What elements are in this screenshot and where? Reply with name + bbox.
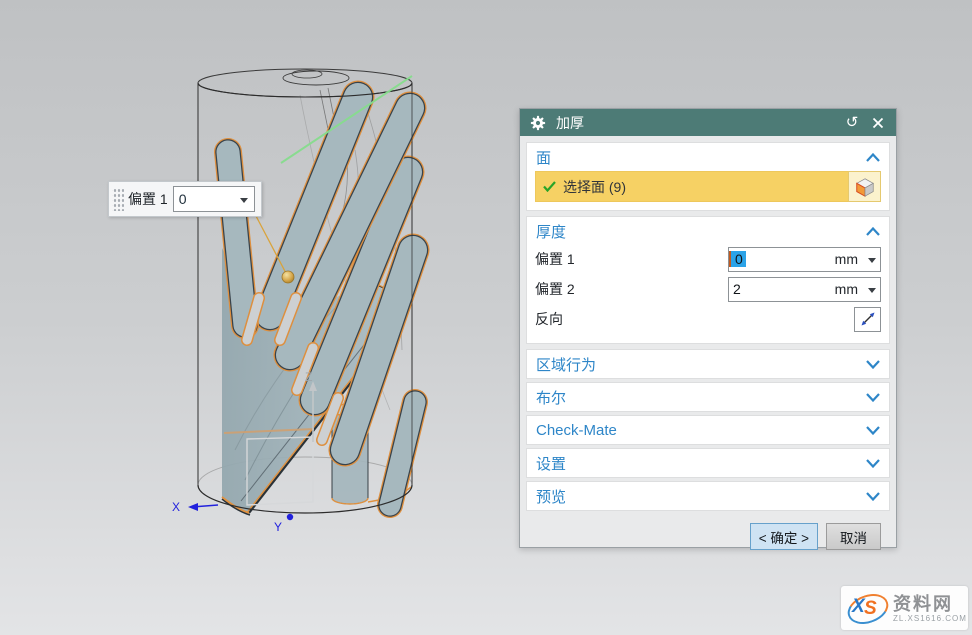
reverse-label: 反向	[535, 309, 854, 329]
check-icon	[543, 181, 556, 192]
section-face-title: 面	[536, 147, 866, 168]
chevron-down-icon	[866, 426, 880, 435]
dialog-titlebar[interactable]: 加厚 ↺	[520, 109, 896, 136]
unit-dropdown-caret-icon[interactable]	[868, 258, 876, 267]
floating-offset-input[interactable]: 偏置 1 0	[108, 181, 262, 217]
reverse-direction-button[interactable]	[854, 307, 881, 332]
reset-icon[interactable]: ↺	[843, 114, 861, 132]
axis-x-label: X	[172, 500, 180, 514]
axis-y-label: Y	[274, 520, 282, 534]
cube-icon	[854, 176, 876, 198]
thicken-dialog: 加厚 ↺ 面	[519, 108, 897, 548]
section-face-header[interactable]: 面	[527, 143, 889, 171]
viewport-3d[interactable]: Z X Y	[150, 50, 450, 550]
floating-offset-field[interactable]: 0	[173, 186, 255, 212]
chevron-down-icon	[866, 393, 880, 402]
offset2-unit: mm	[835, 281, 858, 297]
offset1-value: 0	[729, 251, 746, 267]
section-settings-title: 设置	[536, 453, 866, 474]
reverse-row: 反向	[535, 306, 881, 332]
close-icon[interactable]	[869, 114, 887, 132]
section-settings[interactable]: 设置	[526, 448, 890, 478]
section-boolean[interactable]: 布尔	[526, 382, 890, 412]
section-region-behavior[interactable]: 区域行为	[526, 349, 890, 379]
floating-offset-value: 0	[174, 191, 240, 207]
chevron-down-icon	[866, 492, 880, 501]
watermark-site-url: ZL.XS1616.COM	[893, 614, 967, 623]
section-thickness-header[interactable]: 厚度	[527, 217, 889, 245]
section-checkmate-title: Check-Mate	[536, 422, 866, 439]
model-surface[interactable]	[222, 97, 415, 515]
section-preview-title: 预览	[536, 486, 866, 507]
chevron-up-icon	[866, 227, 880, 236]
axis-z-label: Z	[305, 370, 312, 384]
floating-offset-label: 偏置 1	[128, 189, 168, 209]
section-region-behavior-title: 区域行为	[536, 354, 866, 375]
chevron-down-icon	[866, 360, 880, 369]
drag-grip-icon[interactable]	[112, 187, 124, 211]
offset2-value: 2	[729, 281, 741, 297]
section-preview[interactable]: 预览	[526, 481, 890, 511]
offset1-label: 偏置 1	[535, 249, 728, 269]
section-checkmate[interactable]: Check-Mate	[526, 415, 890, 445]
offset2-label: 偏置 2	[535, 279, 728, 299]
section-thickness-title: 厚度	[536, 221, 866, 242]
gear-icon	[529, 114, 547, 132]
dialog-body: 面 选择面 (9)	[520, 136, 896, 514]
chevron-down-icon	[866, 459, 880, 468]
dialog-footer: < 确定 > 取消	[520, 514, 896, 563]
section-boolean-title: 布尔	[536, 387, 866, 408]
section-thickness: 厚度 偏置 1 0 mm 偏置 2	[526, 216, 890, 344]
watermark-site-name: 资料网	[893, 594, 953, 614]
cancel-button[interactable]: 取消	[826, 523, 881, 550]
offset1-unit: mm	[835, 251, 858, 267]
dropdown-caret-icon[interactable]	[240, 198, 248, 207]
dialog-title: 加厚	[556, 113, 843, 133]
face-rule-button[interactable]	[848, 171, 881, 202]
offset1-row: 偏置 1 0 mm	[535, 246, 881, 272]
section-face: 面 选择面 (9)	[526, 142, 890, 211]
reverse-direction-icon	[859, 310, 877, 328]
select-face-row[interactable]: 选择面 (9)	[535, 171, 848, 202]
select-face-label: 选择面 (9)	[563, 177, 626, 197]
offset2-row: 偏置 2 2 mm	[535, 276, 881, 302]
watermark-logo-icon: X S	[845, 591, 891, 625]
offset2-field[interactable]: 2 mm	[728, 277, 881, 302]
offset1-field[interactable]: 0 mm	[728, 247, 881, 272]
ok-button[interactable]: < 确定 >	[750, 523, 818, 550]
watermark: X S 资料网 ZL.XS1616.COM	[841, 586, 968, 630]
unit-dropdown-caret-icon[interactable]	[868, 288, 876, 297]
chevron-up-icon	[866, 153, 880, 162]
